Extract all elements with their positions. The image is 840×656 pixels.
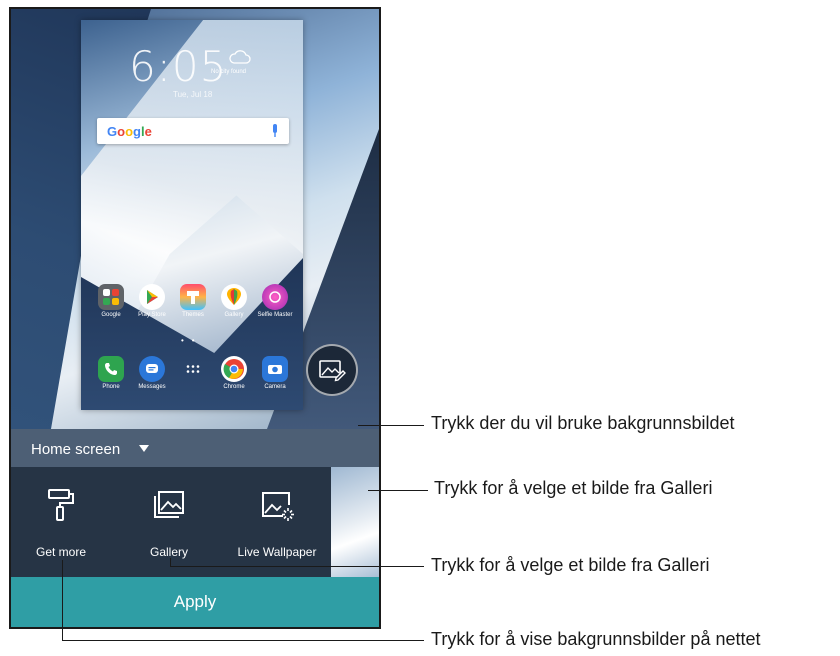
edit-image-icon — [319, 360, 346, 382]
selfie-master-icon — [262, 284, 288, 310]
chrome-icon — [221, 356, 247, 382]
callout-text-3: Trykk for å velge et bilde fra Galleri — [431, 555, 710, 575]
live-wallpaper-button[interactable]: Live Wallpaper — [227, 467, 327, 577]
gallery-icon — [154, 491, 184, 518]
play-store-icon — [139, 284, 165, 310]
clock-time: 6:05 — [129, 42, 228, 91]
callout-line-3h — [170, 566, 424, 567]
cloud-icon — [229, 50, 251, 64]
callout-line-4h — [62, 640, 424, 641]
callout-text-1: Trykk der du vil bruke bakgrunnsbildet — [431, 413, 735, 433]
callout-line-2 — [368, 490, 428, 491]
camera-icon — [262, 356, 288, 382]
google-folder-icon — [98, 284, 124, 310]
gallery-app-icon — [221, 284, 247, 310]
app-phone[interactable]: Phone — [93, 356, 129, 391]
phone-icon — [98, 356, 124, 382]
app-chrome[interactable]: Chrome — [216, 356, 252, 391]
clock-date: Tue, Jul 18 — [173, 90, 213, 99]
app-themes[interactable]: Themes — [175, 284, 211, 319]
caret-down-icon — [139, 445, 149, 452]
app-drawer[interactable] — [175, 356, 211, 391]
google-search-bar[interactable]: Google — [97, 118, 289, 144]
app-camera[interactable]: Camera — [257, 356, 293, 391]
callout-text-2: Trykk for å velge et bilde fra Galleri — [434, 478, 713, 498]
google-logo: Google — [107, 124, 152, 139]
callout-line-4 — [62, 560, 63, 640]
live-wallpaper-icon — [262, 492, 294, 521]
weather-text: No city found — [211, 69, 247, 75]
messages-icon — [139, 356, 165, 382]
callout-line-3 — [170, 558, 171, 566]
callout-text-4: Trykk for å vise bakgrunnsbilder på nett… — [431, 629, 761, 649]
home-screen-dropdown[interactable]: Home screen — [11, 429, 379, 467]
app-play-store[interactable]: Play Store — [134, 284, 170, 319]
gallery-button[interactable]: Gallery — [119, 467, 219, 577]
app-gallery[interactable]: Gallery — [216, 284, 252, 319]
wallpaper-options: Get more Gallery Live Wallpaper — [11, 467, 379, 577]
wallpaper-thumbnail[interactable] — [331, 467, 379, 577]
app-row-1: Google Play Store Themes Gallery Selfie … — [93, 284, 293, 319]
mic-icon[interactable] — [271, 124, 279, 138]
app-selfie-master[interactable]: Selfie Master — [257, 284, 293, 319]
edit-wallpaper-button[interactable] — [306, 344, 358, 396]
app-drawer-icon — [180, 356, 206, 382]
apply-button[interactable]: Apply — [11, 577, 379, 627]
dropdown-label: Home screen — [31, 441, 121, 458]
paint-roller-icon — [48, 489, 74, 521]
get-more-button[interactable]: Get more — [11, 467, 111, 577]
page-indicator: •• — [181, 336, 203, 345]
callout-line-1 — [358, 425, 424, 426]
dock-row: Phone Messages Chrome Camera — [93, 356, 293, 391]
themes-icon — [180, 284, 206, 310]
phone-screen: 6:05 Tue, Jul 18 No city found Google Go… — [9, 7, 381, 629]
home-screen-preview: 6:05 Tue, Jul 18 No city found Google Go… — [81, 20, 303, 410]
app-messages[interactable]: Messages — [134, 356, 170, 391]
app-google[interactable]: Google — [93, 284, 129, 319]
